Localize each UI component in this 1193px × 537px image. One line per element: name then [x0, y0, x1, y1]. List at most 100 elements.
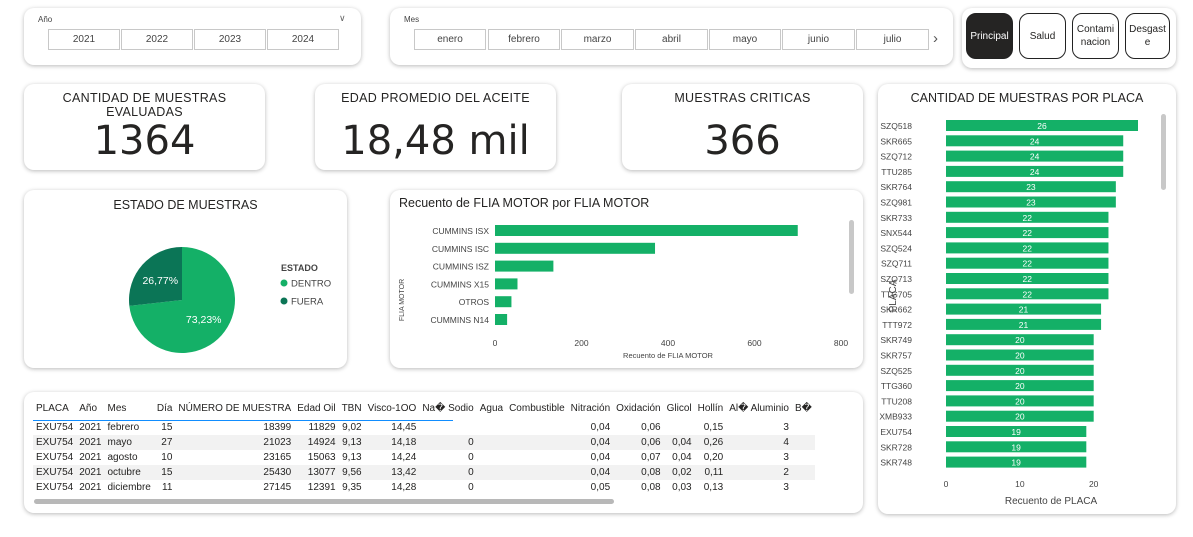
column-header[interactable]: Visco-1OO	[365, 396, 420, 420]
category-label: TTG705	[881, 289, 912, 299]
year-tile-2022[interactable]: 2022	[121, 29, 193, 50]
x-axis-title: Recuento de PLACA	[1005, 496, 1098, 507]
column-header[interactable]: Edad Oil	[294, 396, 338, 420]
month-tile-junio[interactable]: junio	[782, 29, 855, 50]
salud-button[interactable]: Salud	[1019, 13, 1066, 59]
table-cell: 9,56	[338, 465, 365, 480]
column-header[interactable]: Oxidación	[613, 396, 663, 420]
table-cell: 0,04	[590, 422, 611, 433]
legend-label-dentro: DENTRO	[291, 279, 331, 290]
year-slicer-label: Año	[38, 15, 53, 24]
table-cell: 14,24	[391, 452, 417, 463]
legend-marker-dentro	[280, 279, 288, 287]
table-cell	[506, 480, 568, 495]
table-cell	[476, 465, 507, 480]
column-header[interactable]: Na� Sodio	[419, 396, 476, 420]
category-label: TTU285	[881, 167, 912, 177]
bar[interactable]	[495, 242, 656, 254]
desgaste-button[interactable]: Desgast e	[1125, 13, 1170, 59]
table-row[interactable]: EXU754 2021 octubre 15 25430 13077 9,56 13,42 0 0…	[33, 465, 815, 480]
kpi-title: CANTIDAD DE MUESTRAS EVALUADAS	[62, 91, 227, 119]
table-cell	[506, 420, 568, 435]
table-cell	[476, 435, 507, 450]
month-tile-febrero[interactable]: febrero	[488, 29, 560, 50]
bar-data-label: 24	[1030, 152, 1040, 162]
year-tile-2024[interactable]: 2024	[267, 29, 339, 50]
chevron-down-icon[interactable]: ∨	[339, 13, 346, 24]
bar[interactable]	[495, 225, 798, 236]
table-cell: 0,03	[672, 482, 692, 493]
month-tile-julio[interactable]: julio	[856, 29, 929, 50]
bar[interactable]	[495, 260, 554, 272]
vertical-scrollbar[interactable]	[1161, 114, 1166, 190]
table-cell: febrero	[107, 422, 140, 433]
principal-button[interactable]: Principal	[966, 13, 1013, 59]
bar-data-label: 20	[1015, 351, 1025, 361]
month-tile-marzo[interactable]: marzo	[561, 29, 634, 50]
category-label: SNX544	[880, 228, 912, 238]
bar-data-label: 22	[1022, 243, 1032, 253]
column-header[interactable]: Agua	[477, 396, 506, 420]
table-cell	[664, 420, 695, 435]
month-tile-abril[interactable]: abril	[635, 29, 708, 50]
kpi-card-muestras-criticas: MUESTRAS CRITICAS 366	[622, 84, 863, 170]
horizontal-scrollbar[interactable]	[34, 499, 614, 504]
bar[interactable]	[495, 278, 518, 290]
chevron-right-icon[interactable]: ›	[933, 30, 938, 47]
bar-data-label: 20	[1015, 335, 1025, 345]
month-slicer-label: Mes	[404, 15, 420, 24]
column-header[interactable]: NÚMERO DE MUESTRA	[175, 396, 294, 420]
x-tick-label: 200	[574, 338, 588, 348]
flia-motor-bar-chart[interactable]: FLIA MOTOR Recuento de FLIA MOTOR CUMMIN…	[390, 190, 863, 368]
column-header[interactable]: Combustible	[506, 396, 568, 420]
month-tile-enero[interactable]: enero	[414, 29, 486, 50]
column-header[interactable]: Mes	[105, 396, 154, 420]
bar-data-label: 24	[1030, 167, 1040, 177]
table-row[interactable]: EXU754 2021 mayo 27 21023 14924 9,13 14,18 0 0,04…	[33, 435, 815, 450]
column-header[interactable]: Glicol	[664, 396, 695, 420]
column-header[interactable]: B�	[792, 396, 815, 420]
month-slicer: Mes enero febrero marzo abril mayo junio…	[390, 8, 953, 65]
data-table: PLACA Año Mes Día NÚMERO DE MUESTRA Edad Oil T…	[33, 396, 815, 495]
vertical-scrollbar[interactable]	[849, 220, 854, 294]
legend-label-fuera: FUERA	[291, 297, 324, 308]
category-label: SKR757	[880, 351, 912, 361]
column-header[interactable]: Nitración	[568, 396, 613, 420]
table-cell: 0,05	[590, 482, 611, 493]
pie-chart[interactable]: 73,23% 26,77% ESTADO DENTRO FUERA	[24, 190, 347, 368]
column-header[interactable]: Año	[76, 396, 104, 420]
kpi-value: 1364	[93, 118, 196, 164]
column-header[interactable]: Hollín	[695, 396, 727, 420]
bar-data-label: 19	[1011, 458, 1021, 468]
table-row[interactable]: EXU754 2021 febrero 15 18399 11829 9,02 14,45 0,…	[33, 420, 815, 435]
x-tick-label: 800	[834, 338, 848, 348]
table-row[interactable]: EXU754 2021 diciembre 11 27145 12391 9,35 14,28…	[33, 480, 815, 495]
column-header[interactable]: Al� Aluminio	[726, 396, 792, 420]
column-header[interactable]: Día	[154, 396, 176, 420]
kpi-card-muestras-evaluadas: CANTIDAD DE MUESTRAS EVALUADAS 1364	[24, 84, 265, 170]
column-header[interactable]: TBN	[339, 396, 365, 420]
table-cell: 0,04	[567, 435, 614, 450]
contaminacion-button[interactable]: Contami nacion	[1072, 13, 1119, 59]
legend-title: ESTADO	[281, 263, 318, 273]
table-cell	[791, 465, 815, 480]
category-label: SZQ712	[880, 152, 912, 162]
table-cell: 14,28	[391, 482, 417, 493]
year-slicer: Año ∨ 2021 2022 2023 2024	[24, 8, 361, 65]
table-cell: 0,11	[694, 465, 727, 480]
year-tile-2023[interactable]: 2023	[194, 29, 266, 50]
column-header[interactable]: PLACA	[33, 396, 76, 420]
placa-bar-chart[interactable]: PLACA Recuento de PLACA SZQ518 26SKR665 24…	[878, 84, 1176, 514]
category-label: EXU754	[880, 427, 912, 437]
kpi-title: MUESTRAS CRITICAS	[674, 91, 811, 105]
table-cell: 0,06	[613, 435, 664, 450]
month-tile-mayo[interactable]: mayo	[709, 29, 781, 50]
bar[interactable]	[495, 314, 508, 325]
table-cell: 14924	[294, 435, 339, 450]
bar[interactable]	[495, 296, 512, 308]
year-tile-2021[interactable]: 2021	[48, 29, 120, 50]
x-tick-label: 0	[944, 479, 949, 489]
placa-chart-card: CANTIDAD DE MUESTRAS POR PLACA PLACA Rec…	[878, 84, 1176, 514]
table-row[interactable]: EXU754 2021 agosto 10 23165 15063 9,13 14,24 0 0,…	[33, 450, 815, 465]
table-cell: EXU754	[36, 452, 74, 463]
